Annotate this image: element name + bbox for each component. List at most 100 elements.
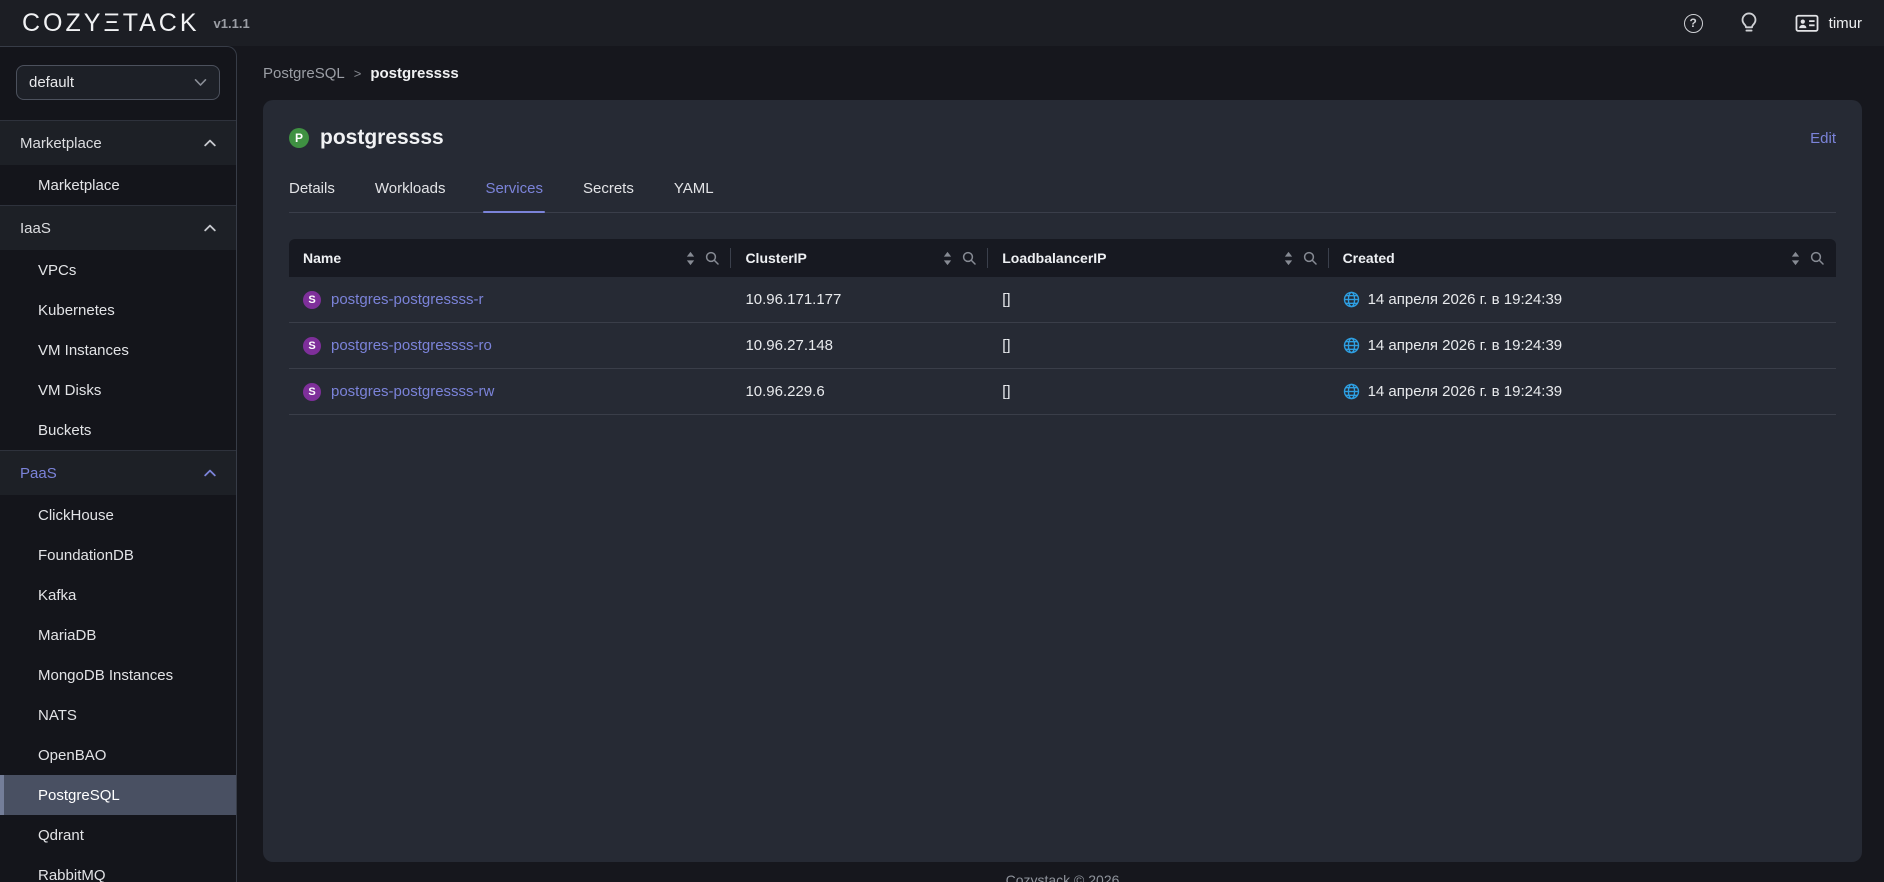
sidebar-item-mariadb[interactable]: MariaDB — [0, 615, 236, 655]
cell-loadbalancer-ip: [] — [1002, 337, 1011, 354]
sidebar-item-label: RabbitMQ — [38, 866, 106, 882]
sort-icon[interactable] — [685, 251, 696, 266]
layout: default Marketplace Marketplace IaaS VPC… — [0, 46, 1884, 882]
service-badge: S — [303, 336, 321, 355]
resource-card: P postgressss Edit Details Workloads Ser… — [263, 100, 1862, 862]
breadcrumb-parent[interactable]: PostgreSQL — [263, 65, 345, 82]
sort-icon[interactable] — [942, 251, 953, 266]
sidebar-item-vm-instances[interactable]: VM Instances — [0, 330, 236, 370]
sidebar-item-label: MariaDB — [38, 626, 97, 644]
sidebar-item-rabbitmq[interactable]: RabbitMQ — [0, 855, 236, 882]
lightbulb-theme-icon[interactable] — [1739, 12, 1759, 34]
table-row[interactable]: S postgres-postgressss-rw 10.96.229.6 []… — [289, 369, 1836, 415]
sidebar-item-nats[interactable]: NATS — [0, 695, 236, 735]
service-link[interactable]: postgres-postgressss-ro — [331, 337, 492, 354]
sort-icon[interactable] — [1790, 251, 1801, 266]
topbar: COZYΞTACK v1.1.1 ? timur — [0, 0, 1884, 46]
sidebar-item-openbao[interactable]: OpenBAO — [0, 735, 236, 775]
search-icon[interactable] — [1303, 251, 1317, 265]
column-header-name: Name — [289, 239, 732, 277]
sidebar-item-label: ClickHouse — [38, 506, 114, 524]
tab-services[interactable]: Services — [483, 180, 545, 213]
search-icon[interactable] — [962, 251, 976, 265]
topbar-actions: ? timur — [1683, 12, 1862, 34]
sidebar-item-foundationdb[interactable]: FoundationDB — [0, 535, 236, 575]
sidebar-item-buckets[interactable]: Buckets — [0, 410, 236, 450]
sidebar-section-header-marketplace[interactable]: Marketplace — [0, 120, 236, 165]
table-row[interactable]: S postgres-postgressss-r 10.96.171.177 [… — [289, 277, 1836, 323]
main-content: PostgreSQL > postgressss P postgressss E… — [237, 46, 1884, 882]
sidebar-section: IaaS VPCs Kubernetes VM Instances VM Dis… — [0, 205, 236, 450]
sidebar-section: Marketplace Marketplace — [0, 120, 236, 205]
card-header: P postgressss Edit — [289, 126, 1836, 150]
tab-secrets[interactable]: Secrets — [583, 180, 634, 212]
logo-text-left: COZY — [22, 8, 104, 37]
sidebar-item-postgresql[interactable]: PostgreSQL — [0, 775, 236, 815]
tab-label: Details — [289, 180, 335, 197]
table-header: Name ClusterIP LoadbalancerIP Created — [289, 239, 1836, 277]
logo-text-right: TACK — [122, 8, 200, 37]
tab-label: Secrets — [582, 180, 634, 197]
sidebar-item-label: NATS — [38, 706, 77, 724]
cell-loadbalancer-ip: [] — [1002, 291, 1011, 308]
breadcrumb-separator: > — [353, 65, 362, 81]
sidebar-item-label: Qdrant — [38, 826, 84, 844]
table-row[interactable]: S postgres-postgressss-ro 10.96.27.148 [… — [289, 323, 1836, 369]
help-icon[interactable]: ? — [1683, 13, 1703, 33]
sidebar-section-header-iaas[interactable]: IaaS — [0, 205, 236, 250]
sidebar-item-label: VM Instances — [38, 341, 129, 359]
chevron-up-icon — [204, 139, 216, 147]
id-card-icon — [1795, 14, 1819, 32]
cell-loadbalancer-ip: [] — [1002, 383, 1011, 400]
sidebar: default Marketplace Marketplace IaaS VPC… — [0, 46, 237, 882]
postgres-badge: P — [289, 128, 309, 148]
column-label: Name — [303, 250, 342, 266]
sidebar-item-kafka[interactable]: Kafka — [0, 575, 236, 615]
help-question-mark: ? — [1683, 13, 1703, 33]
cell-created: 14 апреля 2026 г. в 19:24:39 — [1329, 291, 1836, 308]
service-link[interactable]: postgres-postgressss-r — [331, 291, 484, 308]
globe-icon — [1343, 383, 1359, 400]
sidebar-item-label: OpenBAO — [38, 746, 107, 764]
services-table: Name ClusterIP LoadbalancerIP Created S — [289, 239, 1836, 415]
cell-name: S postgres-postgressss-ro — [289, 336, 731, 355]
namespace-value: default — [29, 74, 75, 91]
namespace-select[interactable]: default — [16, 65, 220, 100]
chevron-up-icon — [204, 224, 216, 232]
service-badge: S — [303, 382, 321, 401]
tab-yaml[interactable]: YAML — [674, 180, 714, 212]
sidebar-item-label: VPCs — [38, 261, 77, 279]
globe-icon — [1343, 337, 1359, 354]
sidebar-section: PaaS ClickHouse FoundationDB Kafka Maria… — [0, 450, 236, 882]
tab-label: Workloads — [374, 180, 446, 197]
service-badge: S — [303, 290, 321, 309]
sidebar-item-label: FoundationDB — [38, 546, 134, 564]
tab-details[interactable]: Details — [289, 180, 335, 212]
edit-button[interactable]: Edit — [1810, 130, 1836, 147]
cell-name: S postgres-postgressss-rw — [289, 382, 731, 401]
chevron-down-icon — [194, 79, 207, 86]
sidebar-item-vpcs[interactable]: VPCs — [0, 250, 236, 290]
cell-cluster-ip: 10.96.27.148 — [745, 337, 834, 354]
app-logo[interactable]: COZYΞTACK — [22, 9, 200, 38]
sidebar-item-label: Kubernetes — [38, 301, 115, 319]
service-link[interactable]: postgres-postgressss-rw — [331, 383, 494, 400]
sidebar-item-qdrant[interactable]: Qdrant — [0, 815, 236, 855]
sidebar-item-vm-disks[interactable]: VM Disks — [0, 370, 236, 410]
cell-name: S postgres-postgressss-r — [289, 290, 731, 309]
created-date: 14 апреля 2026 г. в 19:24:39 — [1367, 383, 1563, 400]
tab-workloads[interactable]: Workloads — [375, 180, 446, 212]
sidebar-section-header-paas[interactable]: PaaS — [0, 450, 236, 495]
logo-glyph: Ξ — [103, 8, 123, 37]
search-icon[interactable] — [705, 251, 720, 265]
sidebar-item-mongodb-instances[interactable]: MongoDB Instances — [0, 655, 236, 695]
user-menu[interactable]: timur — [1795, 13, 1862, 33]
sidebar-item-clickhouse[interactable]: ClickHouse — [0, 495, 236, 535]
breadcrumb: PostgreSQL > postgressss — [263, 46, 1862, 100]
sort-icon[interactable] — [1283, 251, 1294, 266]
footer-text: Cozystack © 2026 — [1005, 872, 1120, 882]
sidebar-item-marketplace[interactable]: Marketplace — [0, 165, 236, 205]
sidebar-item-kubernetes[interactable]: Kubernetes — [0, 290, 236, 330]
search-icon[interactable] — [1810, 251, 1824, 265]
column-label: ClusterIP — [745, 250, 807, 266]
